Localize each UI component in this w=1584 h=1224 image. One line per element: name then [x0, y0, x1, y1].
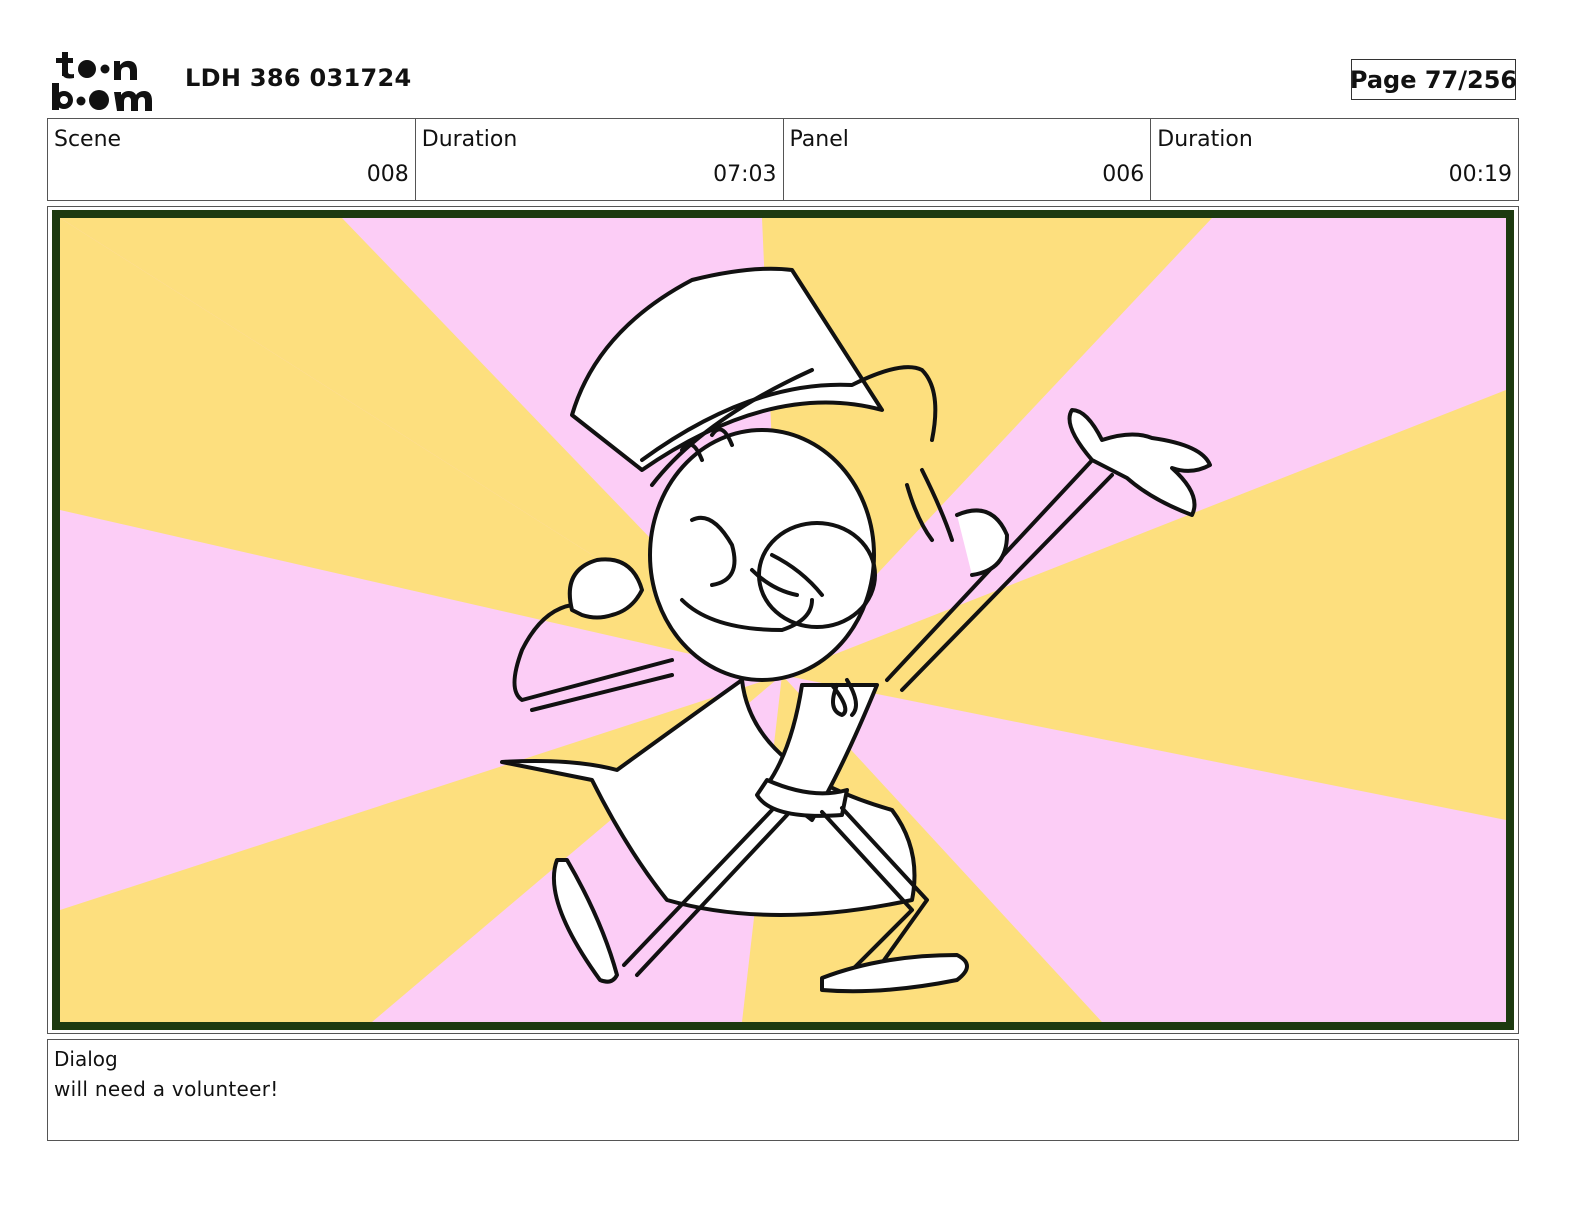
scene-label: Scene — [54, 127, 122, 152]
panel-duration-cell: Duration 00:19 — [1151, 119, 1518, 200]
panel-value: 006 — [1102, 162, 1145, 187]
storyboard-panel-image — [52, 210, 1514, 1030]
panel-duration-value: 00:19 — [1448, 162, 1512, 187]
document-title: LDH 386 031724 — [185, 64, 412, 92]
page-number: 77/256 — [1424, 65, 1518, 94]
scene-info-table: Scene 008 Duration 07:03 Panel 006 Durat… — [47, 118, 1519, 201]
scene-duration-value: 07:03 — [713, 162, 777, 187]
panel-cell: Panel 006 — [784, 119, 1152, 200]
scene-duration-cell: Duration 07:03 — [416, 119, 784, 200]
scene-value: 008 — [366, 162, 409, 187]
panel-frame — [47, 206, 1519, 1034]
dialog-label: Dialog — [54, 1047, 118, 1071]
page-indicator: Page 77/256 — [1349, 59, 1518, 100]
page-label: Page — [1349, 65, 1417, 94]
dialog-text: will need a volunteer! — [54, 1077, 279, 1101]
toonboom-logo — [52, 52, 152, 111]
panel-duration-label: Duration — [1157, 127, 1253, 152]
scene-duration-label: Duration — [421, 127, 518, 152]
scene-cell: Scene 008 — [48, 119, 416, 200]
panel-label: Panel — [789, 127, 849, 152]
dialog-box: Dialog will need a volunteer! — [47, 1039, 1519, 1141]
